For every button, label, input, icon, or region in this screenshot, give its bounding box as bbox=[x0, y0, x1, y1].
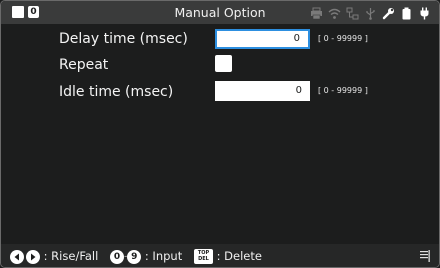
printer-icon bbox=[310, 7, 323, 20]
delay-time-range: [ 0 - 99999 ] bbox=[318, 34, 368, 43]
input-hint: 0-9 : Input bbox=[110, 249, 182, 264]
status-icons bbox=[310, 6, 431, 20]
key-0-icon: 0 bbox=[110, 249, 124, 264]
idle-time-input[interactable]: 0 bbox=[215, 81, 310, 101]
delete-text: : Delete bbox=[216, 249, 262, 263]
arrow-left-icon bbox=[10, 249, 24, 264]
rise-fall-text: : Rise/Fall bbox=[43, 249, 99, 263]
footer-hint-bar: : Rise/Fall 0-9 : Input TOP DEL : Delete bbox=[1, 244, 439, 267]
title-bar: 0 Manual Option bbox=[1, 1, 439, 24]
key-9-icon: 9 bbox=[127, 249, 142, 264]
input-text: : Input bbox=[144, 249, 183, 263]
battery-icon bbox=[400, 7, 413, 20]
power-plug-icon bbox=[418, 7, 431, 20]
menu-icon[interactable] bbox=[420, 250, 430, 262]
usb-icon bbox=[364, 7, 377, 20]
repeat-checkbox[interactable] bbox=[215, 55, 232, 72]
rise-fall-hint: : Rise/Fall bbox=[10, 249, 98, 264]
arrow-right-icon bbox=[26, 249, 40, 264]
repeat-label: Repeat bbox=[59, 57, 109, 73]
wifi-icon bbox=[328, 7, 341, 20]
network-icon bbox=[346, 7, 359, 20]
top-del-key-icon: TOP DEL bbox=[194, 249, 213, 264]
top-del-key-bottom: DEL bbox=[198, 256, 209, 262]
idle-time-label: Idle time (msec) bbox=[59, 84, 174, 100]
delay-time-input[interactable]: 0 bbox=[215, 29, 310, 49]
wrench-icon bbox=[382, 7, 395, 20]
idle-time-range: [ 0 - 99999 ] bbox=[318, 86, 368, 95]
delete-hint: TOP DEL : Delete bbox=[194, 249, 262, 264]
delay-time-label: Delay time (msec) bbox=[59, 31, 188, 47]
